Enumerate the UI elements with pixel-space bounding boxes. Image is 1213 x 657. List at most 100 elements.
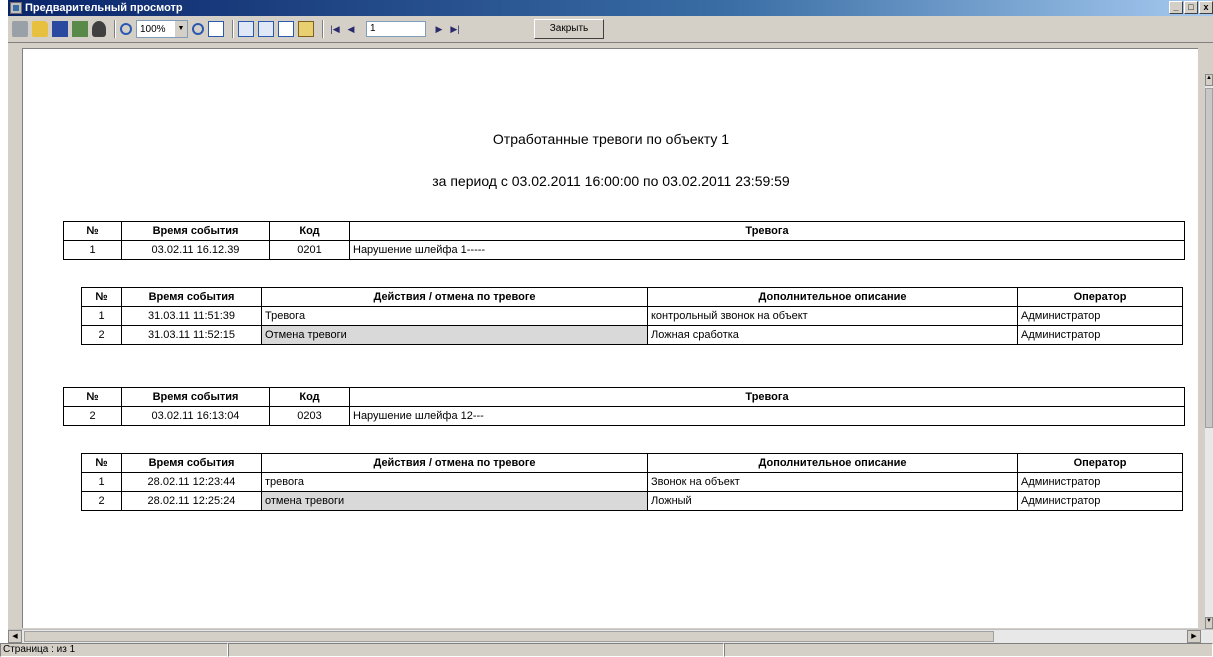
action-num: 2 <box>81 491 122 511</box>
report-period: за период с 03.02.2011 16:00:00 по 03.02… <box>432 173 790 189</box>
col-alarm: Тревога <box>349 387 1185 407</box>
col-num: № <box>63 387 122 407</box>
print-icon[interactable] <box>12 21 28 37</box>
action-name: тревога <box>261 472 648 492</box>
single-page-view-icon[interactable] <box>238 21 254 37</box>
preview-toolbar: 100% ▼ |◀ ◀ 1 ▶ ▶| Закрыть <box>8 16 1213 42</box>
col-num: № <box>81 287 122 307</box>
horizontal-scrollbar[interactable]: ◀ ▶ <box>8 629 1213 643</box>
action-time: 31.03.11 11:52:15 <box>121 325 262 345</box>
close-window-button[interactable]: x <box>1199 1 1213 14</box>
action-name: Тревога <box>261 306 648 326</box>
action-extra: Ложный <box>647 491 1018 511</box>
table-row[interactable]: 2 28.02.11 12:25:24 отмена тревоги Ложны… <box>81 491 1183 511</box>
minimize-button[interactable]: _ <box>1169 1 1183 14</box>
multi-page-view-icon[interactable] <box>258 21 274 37</box>
close-preview-button[interactable]: Закрыть <box>534 19 604 39</box>
last-page-button[interactable]: ▶| <box>448 21 462 37</box>
action-num: 1 <box>81 306 122 326</box>
table-row[interactable]: 2 31.03.11 11:52:15 Отмена тревоги Ложна… <box>81 325 1183 345</box>
col-time: Время события <box>121 453 262 473</box>
first-page-button[interactable]: |◀ <box>328 21 342 37</box>
export-icon[interactable] <box>72 21 88 37</box>
col-action: Действия / отмена по тревоге <box>261 287 648 307</box>
action-table: № Время события Действия / отмена по тре… <box>81 287 1183 345</box>
action-table: № Время события Действия / отмена по тре… <box>81 453 1183 511</box>
action-time: 28.02.11 12:23:44 <box>121 472 262 492</box>
col-operator: Оператор <box>1017 287 1183 307</box>
alarm-time: 03.02.11 16:13:04 <box>121 406 270 426</box>
vertical-scroll-thumb[interactable] <box>1205 88 1213 428</box>
alarm-table: № Время события Код Тревога 2 03.02.11 1… <box>63 387 1185 426</box>
toolbar-separator <box>114 20 116 38</box>
table-row[interactable]: 1 28.02.11 12:23:44 тревога Звонок на об… <box>81 472 1183 492</box>
action-operator: Администратор <box>1017 325 1183 345</box>
window-title-bar[interactable]: Предварительный просмотр _ □ x <box>8 0 1213 16</box>
action-operator: Администратор <box>1017 472 1183 492</box>
status-panel <box>724 643 1213 657</box>
alarm-num: 2 <box>63 406 122 426</box>
table-row[interactable]: 1 31.03.11 11:51:39 Тревога контрольный … <box>81 306 1183 326</box>
alarm-code: 0203 <box>269 406 350 426</box>
action-name: Отмена тревоги <box>261 325 648 345</box>
edit-page-icon[interactable] <box>298 21 314 37</box>
scroll-right-icon[interactable]: ▶ <box>1187 630 1201 643</box>
zoom-value: 100% <box>140 23 166 35</box>
alarm-code: 0201 <box>269 240 350 260</box>
table-row[interactable]: 2 03.02.11 16:13:04 0203 Нарушение шлейф… <box>63 406 1185 426</box>
alarm-desc: Нарушение шлейфа 12--- <box>349 406 1185 426</box>
col-time: Время события <box>121 287 262 307</box>
horizontal-scroll-thumb[interactable] <box>24 631 994 642</box>
col-code: Код <box>269 387 350 407</box>
col-extra: Дополнительное описание <box>647 453 1018 473</box>
scroll-left-icon[interactable]: ◀ <box>8 630 22 643</box>
report-page: Отработанные тревоги по объекту 1 за пер… <box>22 48 1198 628</box>
alarm-desc: Нарушение шлейфа 1----- <box>349 240 1185 260</box>
table-row[interactable]: 1 03.02.11 16.12.39 0201 Нарушение шлейф… <box>63 240 1185 260</box>
zoom-out-icon[interactable] <box>192 23 204 35</box>
status-page-info: Страница : из 1 <box>0 643 228 657</box>
action-num: 2 <box>81 325 122 345</box>
col-alarm: Тревога <box>349 221 1185 241</box>
action-extra: Ложная сработка <box>647 325 1018 345</box>
toolbar-separator <box>322 20 324 38</box>
alarm-table: № Время события Код Тревога 1 03.02.11 1… <box>63 221 1185 260</box>
action-operator: Администратор <box>1017 306 1183 326</box>
col-action: Действия / отмена по тревоге <box>261 453 648 473</box>
status-bar: Страница : из 1 <box>0 643 1213 657</box>
action-operator: Администратор <box>1017 491 1183 511</box>
one-page-icon[interactable] <box>208 21 224 37</box>
page-number-input[interactable]: 1 <box>366 21 426 37</box>
window-controls: _ □ x <box>1169 1 1213 14</box>
action-time: 31.03.11 11:51:39 <box>121 306 262 326</box>
prev-page-button[interactable]: ◀ <box>344 21 358 37</box>
vertical-scrollbar[interactable]: ▲ ▼ <box>1205 74 1213 629</box>
action-time: 28.02.11 12:25:24 <box>121 491 262 511</box>
status-panel <box>228 643 724 657</box>
report-title: Отработанные тревоги по объекту 1 <box>492 131 730 147</box>
action-extra: Звонок на объект <box>647 472 1018 492</box>
chevron-down-icon[interactable]: ▼ <box>175 21 187 37</box>
action-name: отмена тревоги <box>261 491 648 511</box>
window-title: Предварительный просмотр <box>25 2 183 14</box>
col-code: Код <box>269 221 350 241</box>
maximize-button[interactable]: □ <box>1184 1 1198 14</box>
col-time: Время события <box>121 387 270 407</box>
open-folder-icon[interactable] <box>32 21 48 37</box>
find-binoculars-icon[interactable] <box>92 21 106 37</box>
action-num: 1 <box>81 472 122 492</box>
zoom-select[interactable]: 100% ▼ <box>136 20 188 38</box>
col-num: № <box>63 221 122 241</box>
alarm-time: 03.02.11 16.12.39 <box>121 240 270 260</box>
zoom-in-icon[interactable] <box>120 23 132 35</box>
toolbar-separator <box>232 20 234 38</box>
app-icon <box>10 2 22 14</box>
scroll-up-icon[interactable]: ▲ <box>1205 74 1213 86</box>
col-extra: Дополнительное описание <box>647 287 1018 307</box>
col-num: № <box>81 453 122 473</box>
save-icon[interactable] <box>52 21 68 37</box>
scroll-down-icon[interactable]: ▼ <box>1205 617 1213 629</box>
next-page-button[interactable]: ▶ <box>432 21 446 37</box>
alarm-num: 1 <box>63 240 122 260</box>
page-setup-icon[interactable] <box>278 21 294 37</box>
